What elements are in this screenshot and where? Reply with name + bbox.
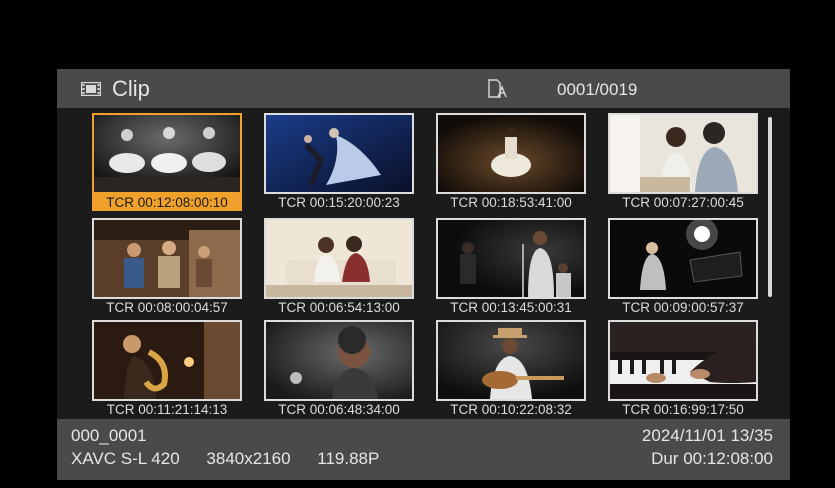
clip-timecode: TCR 00:09:00:57:37 (622, 300, 744, 315)
clip-codec: XAVC S-L 420 (71, 449, 180, 468)
clip-filename: 000_0001 (71, 426, 147, 445)
thumbnail-image (92, 320, 242, 401)
clip-thumbnail[interactable]: TCR 00:11:21:14:13 (92, 320, 242, 420)
clip-timecode: TCR 00:10:22:08:32 (450, 402, 572, 417)
clip-resolution: 3840x2160 (206, 449, 291, 468)
clip-thumbnail[interactable]: TCR 00:08:00:04:57 (92, 218, 242, 318)
clip-timecode: TCR 00:13:45:00:31 (450, 300, 572, 315)
clip-timecode: TCR 00:08:00:04:57 (106, 300, 228, 315)
thumbnail-image (436, 113, 586, 194)
clip-thumbnail[interactable]: TCR 00:16:99:17:50 (608, 320, 758, 420)
clip-browser-screen: Clip 0001/0019 TCR 00:12:08:00:10 TCR 00… (57, 69, 790, 480)
thumbnail-image (92, 218, 242, 299)
page-title: Clip (112, 76, 150, 101)
clip-thumbnail[interactable]: TCR 00:18:53:41:00 (436, 113, 586, 213)
thumbnail-image (436, 218, 586, 299)
thumbnail-image (264, 320, 414, 401)
clip-timecode: TCR 00:15:20:00:23 (278, 195, 400, 210)
clip-timecode: TCR 00:16:99:17:50 (622, 402, 744, 417)
clip-datetime: 2024/11/01 13/35 (641, 426, 773, 445)
clip-thumbnail[interactable]: TCR 00:06:48:34:00 (264, 320, 414, 420)
header-bar: Clip 0001/0019 (57, 69, 790, 108)
clip-timecode: TCR 00:12:08:00:10 (92, 194, 242, 211)
clip-thumbnail[interactable]: TCR 00:09:00:57:37 (608, 218, 758, 318)
clip-timecode: TCR 00:07:27:00:45 (622, 195, 744, 210)
clip-framerate: 119.88P (317, 449, 380, 468)
thumbnail-image (436, 320, 586, 401)
clip-thumbnail-grid: TCR 00:12:08:00:10 TCR 00:15:20:00:23 TC… (57, 108, 790, 417)
clip-thumbnail[interactable]: TCR 00:07:27:00:45 (608, 113, 758, 213)
clip-thumbnail[interactable]: TCR 00:06:54:13:00 (264, 218, 414, 318)
thumbnail-image (608, 218, 758, 299)
clip-counter: 0001/0019 (557, 80, 638, 99)
scrollbar[interactable] (768, 117, 772, 297)
thumbnail-image (92, 113, 242, 194)
thumbnail-image (608, 113, 758, 194)
thumbnail-image (264, 113, 414, 194)
thumbnail-image (608, 320, 758, 401)
clip-info-bar: 000_0001 XAVC S-L 420 3840x2160 119.88P … (57, 419, 790, 480)
media-card-icon (488, 79, 507, 98)
clip-thumbnail[interactable]: TCR 00:13:45:00:31 (436, 218, 586, 318)
clip-timecode: TCR 00:06:48:34:00 (278, 402, 400, 417)
clip-duration: Dur 00:12:08:00 (651, 449, 773, 468)
film-strip-icon (81, 82, 101, 96)
clip-timecode: TCR 00:18:53:41:00 (450, 195, 572, 210)
clip-timecode: TCR 00:11:21:14:13 (106, 402, 228, 417)
clip-thumbnail[interactable]: TCR 00:12:08:00:10 (92, 113, 242, 213)
clip-timecode: TCR 00:06:54:13:00 (278, 300, 400, 315)
clip-thumbnail[interactable]: TCR 00:15:20:00:23 (264, 113, 414, 213)
thumbnail-image (264, 218, 414, 299)
clip-thumbnail[interactable]: TCR 00:10:22:08:32 (436, 320, 586, 420)
clip-format-info: XAVC S-L 420 3840x2160 119.88P (71, 449, 401, 469)
